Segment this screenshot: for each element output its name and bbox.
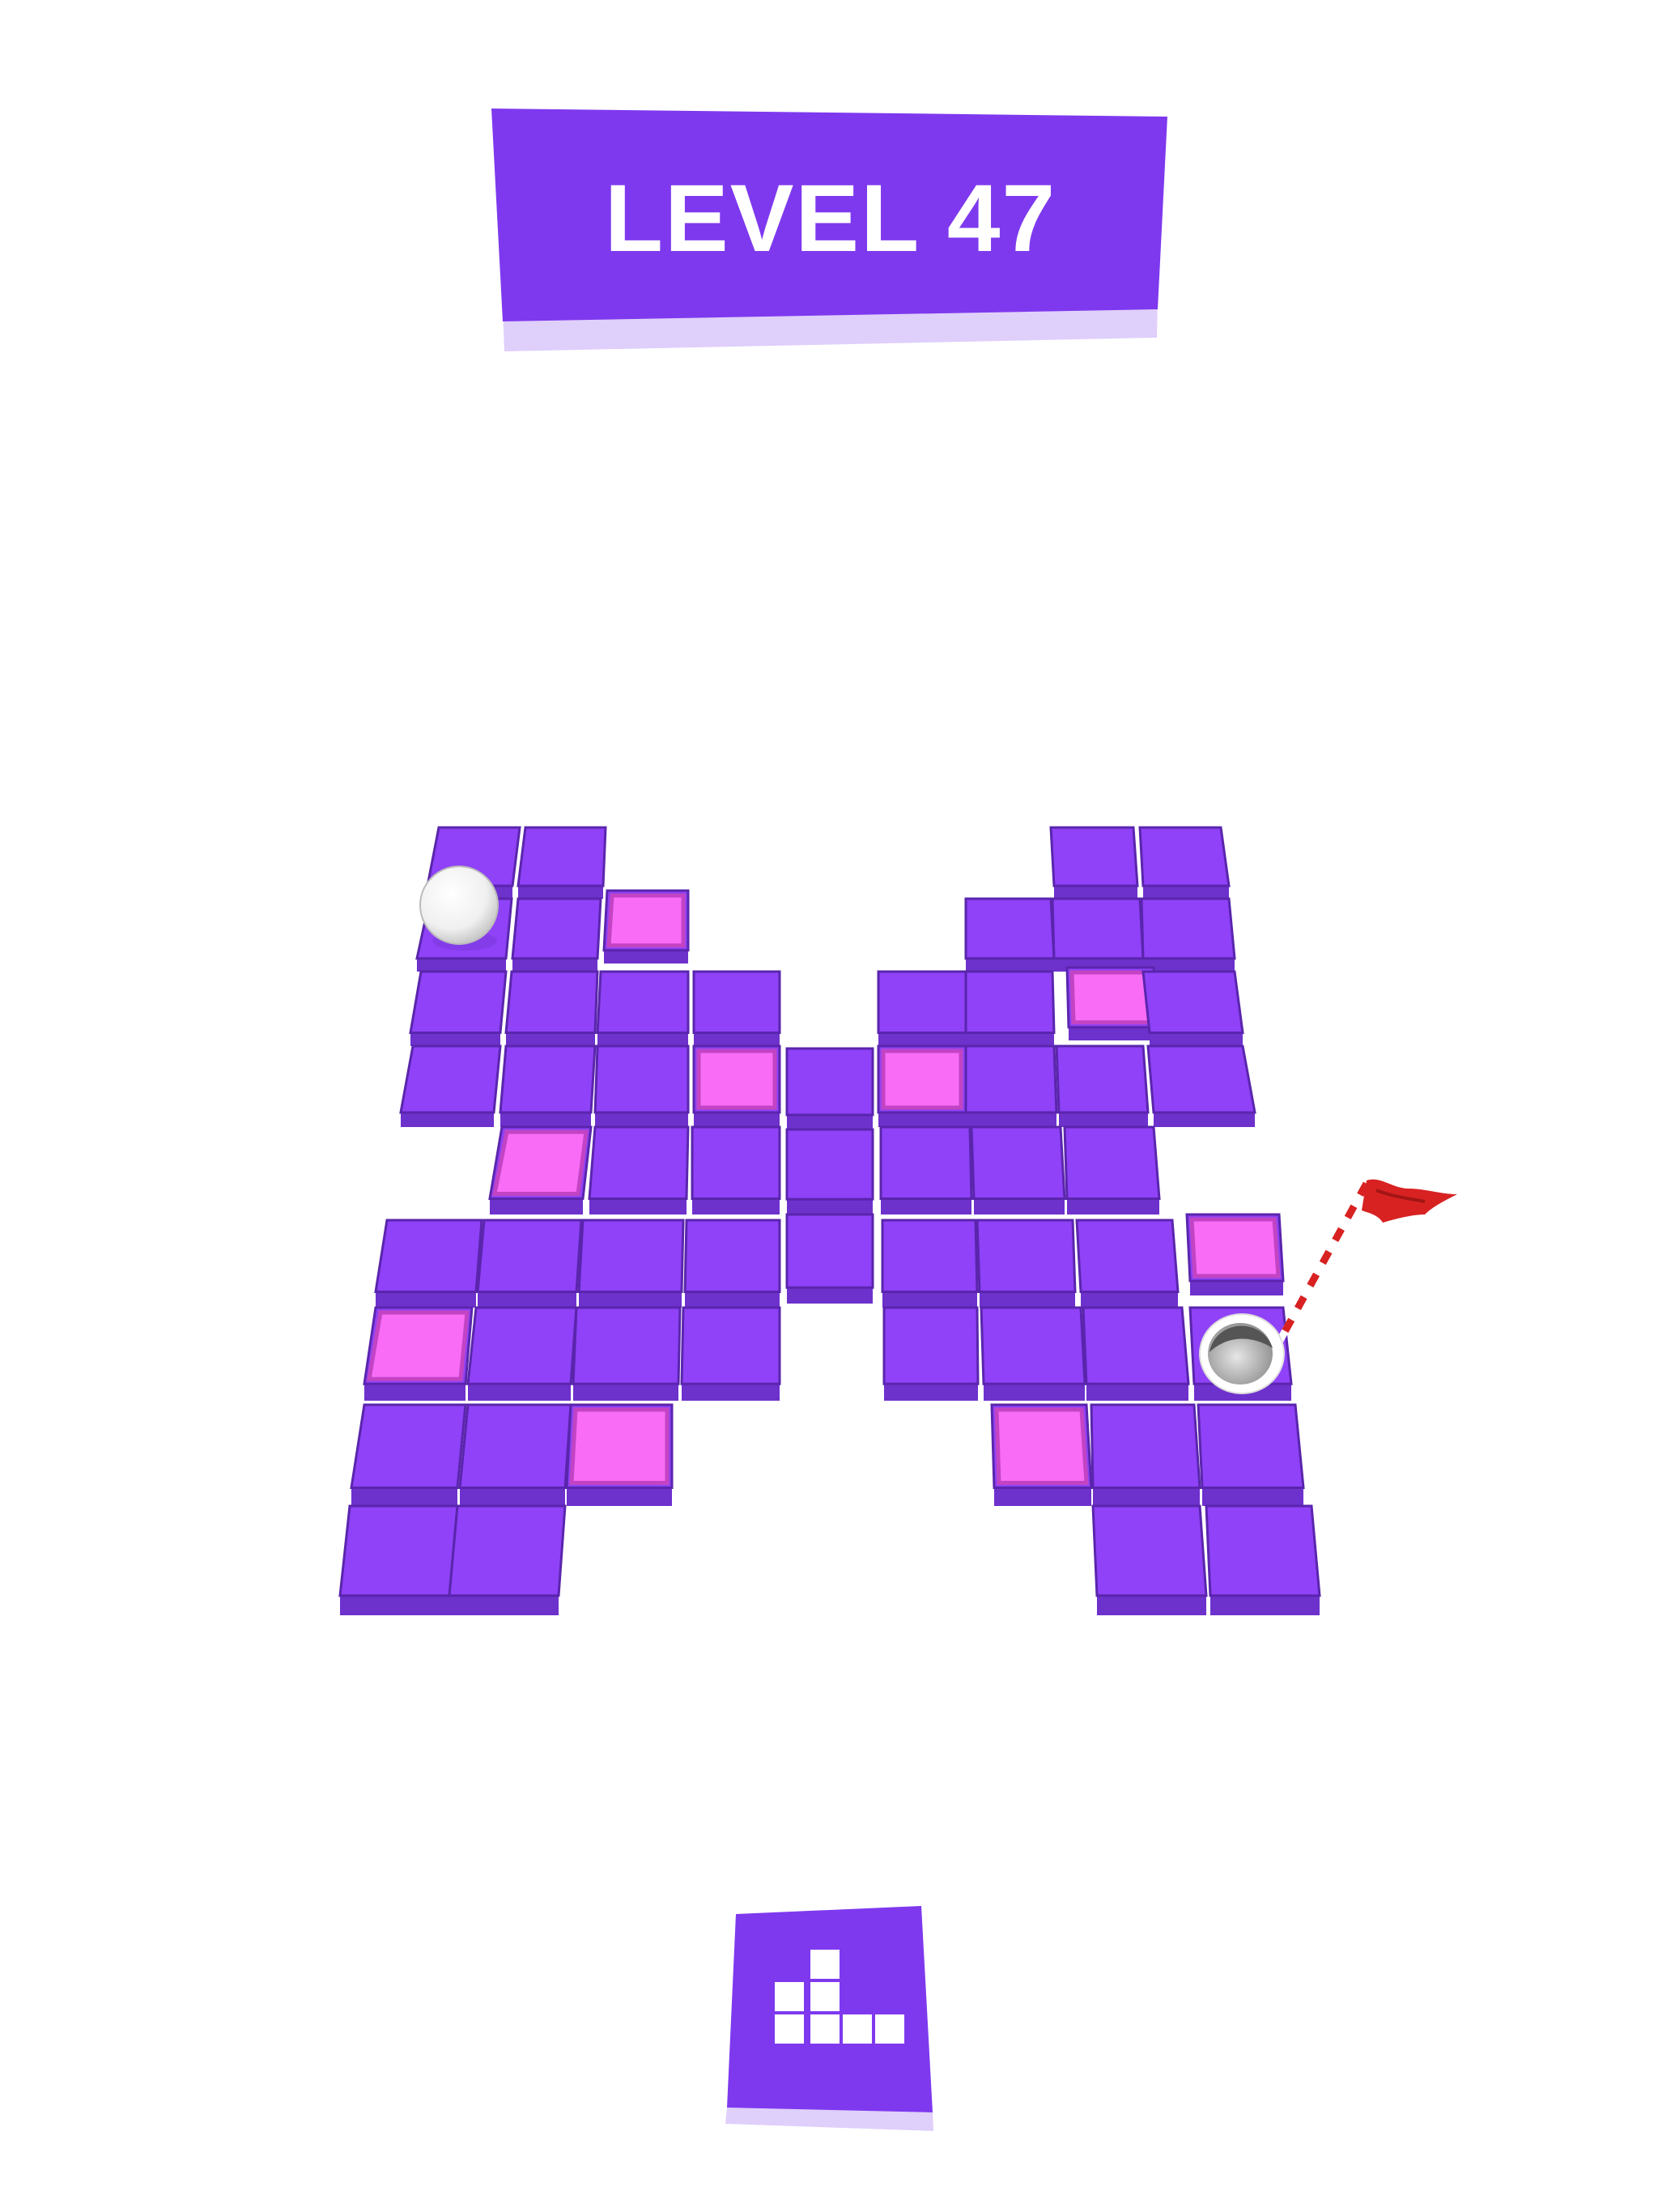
tile bbox=[577, 1219, 685, 1308]
painted-tile bbox=[877, 1044, 967, 1127]
tile bbox=[692, 970, 781, 1046]
tile bbox=[1140, 897, 1236, 972]
painted-tile bbox=[1185, 1213, 1285, 1295]
tile bbox=[1090, 1403, 1201, 1506]
tile bbox=[964, 1044, 1058, 1127]
tile bbox=[1055, 1044, 1150, 1127]
tile bbox=[980, 1306, 1086, 1401]
tile bbox=[1051, 897, 1145, 972]
tile bbox=[338, 1504, 459, 1615]
tile bbox=[1197, 1403, 1305, 1506]
tile bbox=[877, 970, 967, 1046]
tile bbox=[593, 1044, 690, 1127]
tile bbox=[785, 1213, 874, 1304]
tile bbox=[1138, 826, 1231, 899]
flag-icon bbox=[1269, 1178, 1457, 1356]
tile bbox=[596, 970, 690, 1046]
tile bbox=[448, 1504, 567, 1615]
tile bbox=[499, 1044, 597, 1127]
tile bbox=[409, 970, 508, 1046]
hole-icon bbox=[1199, 1313, 1285, 1394]
tile bbox=[1063, 1125, 1161, 1214]
tile bbox=[785, 1128, 874, 1214]
tile bbox=[504, 970, 599, 1046]
tile bbox=[882, 1306, 980, 1401]
painted-tile bbox=[602, 889, 690, 963]
tile bbox=[458, 1403, 572, 1506]
tile bbox=[476, 1219, 583, 1308]
tile bbox=[1205, 1504, 1321, 1615]
painted-tile bbox=[488, 1125, 593, 1214]
tile bbox=[374, 1219, 483, 1308]
tile bbox=[976, 1219, 1077, 1308]
tile bbox=[964, 897, 1056, 972]
tile bbox=[1146, 1044, 1256, 1127]
tile bbox=[881, 1219, 979, 1308]
tile bbox=[683, 1219, 781, 1308]
tile bbox=[680, 1306, 781, 1401]
tile bbox=[1091, 1504, 1208, 1615]
tile bbox=[517, 826, 607, 899]
tile bbox=[350, 1403, 467, 1506]
painted-tile bbox=[363, 1306, 474, 1401]
painted-tile bbox=[990, 1403, 1093, 1506]
tile bbox=[964, 970, 1056, 1046]
level-select-button[interactable] bbox=[725, 1903, 935, 2133]
tile bbox=[1049, 826, 1139, 899]
tile bbox=[785, 1047, 874, 1129]
tile bbox=[1075, 1219, 1180, 1308]
tile bbox=[1082, 1306, 1190, 1401]
painted-tile bbox=[565, 1403, 674, 1506]
tile bbox=[511, 897, 602, 972]
painted-tile bbox=[692, 1044, 781, 1127]
tile bbox=[588, 1125, 690, 1214]
tile bbox=[970, 1125, 1066, 1214]
tile bbox=[879, 1125, 973, 1214]
tile bbox=[691, 1125, 781, 1214]
tile bbox=[1141, 970, 1244, 1046]
level-select-grid-icon bbox=[725, 1906, 933, 2131]
tile bbox=[399, 1044, 502, 1127]
tile bbox=[466, 1306, 578, 1401]
tile bbox=[572, 1306, 682, 1401]
game-board[interactable] bbox=[0, 0, 1658, 2212]
